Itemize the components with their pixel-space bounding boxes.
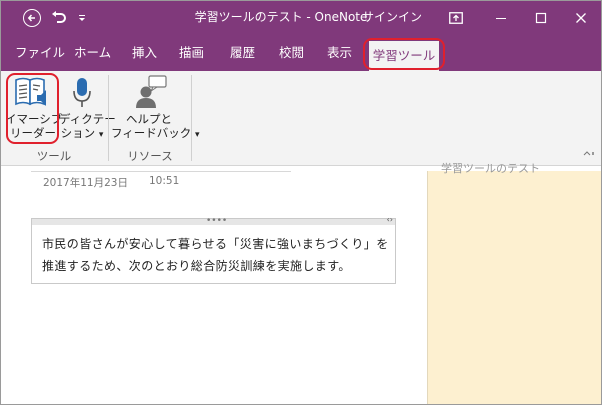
back-button[interactable]	[21, 1, 43, 34]
undo-icon	[52, 10, 66, 23]
back-arrow-icon	[23, 8, 41, 27]
ribbon-display-options-button[interactable]	[445, 1, 467, 34]
page-date: 2017年11月23日	[43, 177, 128, 189]
note-container[interactable]: •••• ‹› 市民の皆さんが安心して暮らせる「災害に強いまちづくり」を 推進す…	[31, 215, 396, 284]
undo-button[interactable]	[49, 1, 69, 34]
tab-insert[interactable]: 挿入	[132, 34, 157, 71]
tab-home[interactable]: ホーム	[74, 34, 111, 71]
minimize-button[interactable]	[489, 1, 513, 34]
ribbon: イマーシブ リーダー ディクテー ション ▾ ツール ヘルプと フィードバック …	[1, 71, 601, 166]
help-feedback-button[interactable]: ヘルプと フィードバック ▾	[111, 74, 200, 144]
page-time: 10:51	[149, 175, 180, 187]
side-pane	[427, 171, 601, 404]
page-list-title[interactable]: 学習ツールのテスト	[441, 160, 540, 176]
dictation-button[interactable]: ディクテー ション ▾	[59, 74, 116, 144]
close-button[interactable]	[569, 1, 593, 34]
drag-handle-icon: ••••	[206, 216, 228, 226]
title-underline	[31, 171, 291, 172]
dictation-label-line1: ディクテー	[59, 112, 116, 126]
customize-quick-access-button[interactable]	[75, 1, 89, 34]
maximize-button[interactable]	[529, 1, 553, 34]
note-container-handle[interactable]: •••• ‹›	[32, 215, 395, 226]
customize-quick-access-icon	[79, 14, 85, 21]
tab-file[interactable]: ファイル	[15, 34, 65, 71]
help-dropdown-icon: ▾	[194, 130, 200, 140]
maximize-icon	[535, 12, 547, 23]
onenote-window: 学習ツールのテスト - OneNote サインイン ファイル ホーム 挿入 描画…	[0, 0, 602, 405]
help-feedback-label-line2: フィードバック ▾	[111, 126, 200, 140]
note-text-line2[interactable]: 推進するため、次のとおり総合防災訓練を実施します。	[42, 257, 351, 274]
signin-button[interactable]: サインイン	[362, 1, 422, 34]
microphone-icon	[73, 78, 91, 107]
collapse-ribbon-button[interactable]	[583, 149, 595, 159]
immersive-reader-highlight	[6, 73, 59, 144]
dictation-dropdown-icon: ▾	[98, 130, 104, 140]
group-label-resources: リソース	[127, 149, 173, 163]
ribbon-display-options-icon	[449, 11, 463, 24]
tab-draw[interactable]: 描画	[179, 34, 204, 71]
ribbon-tab-bar: ファイル ホーム 挿入 描画 履歴 校閲 表示 学習ツール	[1, 34, 601, 71]
help-feedback-label-line1: ヘルプと	[126, 112, 172, 126]
resize-handle-icon[interactable]: ‹›	[387, 215, 393, 224]
learning-tools-tab-highlight	[363, 38, 445, 70]
group-separator	[191, 75, 192, 161]
dictation-label-line2: ション ▾	[60, 126, 104, 140]
tab-view[interactable]: 表示	[327, 34, 352, 71]
note-text-line1[interactable]: 市民の皆さんが安心して暮らせる「災害に強いまちづくり」を	[42, 235, 389, 252]
person-speech-bubble-icon	[136, 75, 167, 108]
close-icon	[576, 12, 586, 23]
minimize-icon	[496, 17, 506, 19]
tab-history[interactable]: 履歴	[230, 34, 255, 71]
title-bar: 学習ツールのテスト - OneNote サインイン	[1, 1, 601, 34]
page-canvas: 学習ツールのテスト 2017年11月23日 10:51 •••• ‹› 市民の皆…	[1, 162, 601, 404]
tab-review[interactable]: 校閲	[279, 34, 304, 71]
collapse-ribbon-icon	[583, 151, 594, 156]
group-label-tools: ツール	[36, 149, 72, 163]
